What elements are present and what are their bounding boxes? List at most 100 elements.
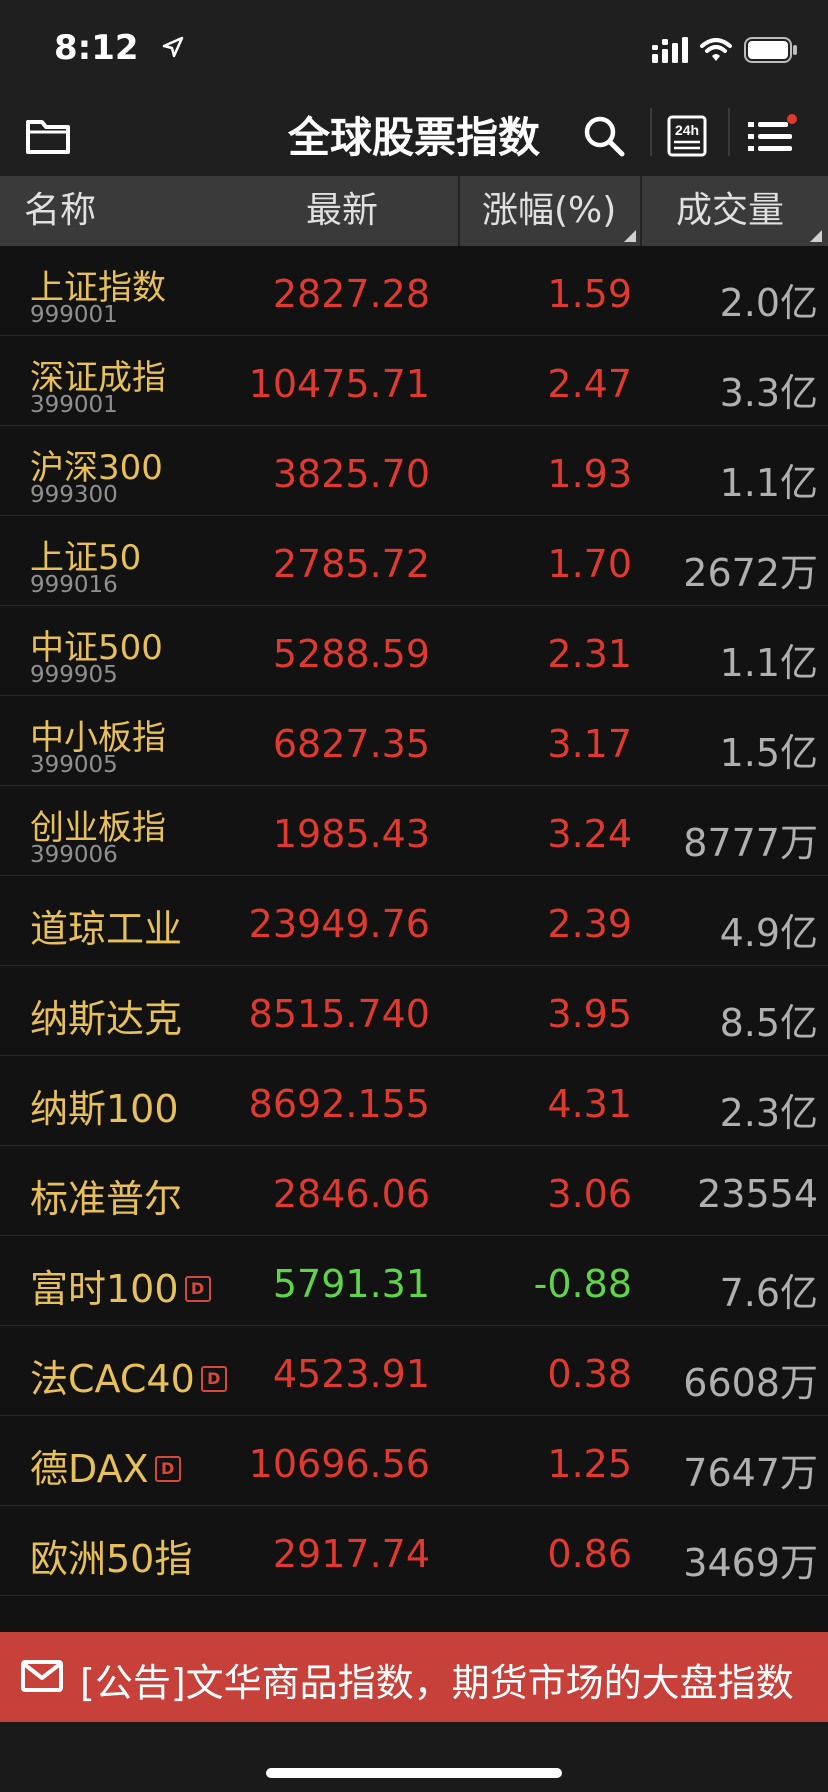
table-header: 名称 最新 涨幅(%) 成交量 bbox=[0, 176, 828, 246]
index-code: 399001 bbox=[30, 392, 118, 418]
index-name: 道琼工业 bbox=[30, 898, 182, 953]
latest-price: 2827.28 bbox=[272, 272, 430, 316]
banner-text: [公告]文华商品指数，期货市场的大盘指数 bbox=[80, 1661, 794, 1705]
menu-button[interactable] bbox=[742, 106, 802, 166]
index-name: 德DAX D bbox=[30, 1438, 181, 1493]
change-percent: 1.70 bbox=[547, 542, 632, 586]
change-percent: 3.06 bbox=[547, 1172, 632, 1216]
column-header-volume[interactable]: 成交量 bbox=[676, 176, 784, 246]
mail-icon bbox=[21, 1660, 63, 1692]
change-percent: 3.95 bbox=[547, 992, 632, 1036]
menu-list-icon bbox=[748, 114, 797, 151]
index-code: 399005 bbox=[30, 752, 118, 778]
index-code: 399006 bbox=[30, 842, 118, 868]
index-code: 999001 bbox=[30, 302, 118, 328]
latest-price: 5288.59 bbox=[272, 632, 430, 676]
latest-price: 2846.06 bbox=[272, 1172, 430, 1216]
change-percent: 1.25 bbox=[547, 1442, 632, 1486]
svg-text:24h: 24h bbox=[675, 122, 699, 138]
latest-price: 10475.71 bbox=[248, 362, 430, 406]
index-list: 上证指数 999001 2827.28 1.59 2.0亿 深证成指 399001 10475… bbox=[0, 246, 828, 1596]
latest-price: 8692.155 bbox=[248, 1082, 430, 1126]
volume: 3.3亿 bbox=[719, 371, 818, 415]
index-name-text: 欧洲50指 bbox=[30, 1537, 193, 1581]
table-row[interactable]: 中小板指 399005 6827.35 3.17 1.5亿 bbox=[0, 696, 828, 786]
volume: 2.3亿 bbox=[719, 1091, 818, 1135]
latest-price: 2917.74 bbox=[272, 1532, 430, 1576]
latest-price: 5791.31 bbox=[272, 1262, 430, 1306]
latest-price: 8515.740 bbox=[248, 992, 430, 1036]
column-header-change[interactable]: 涨幅(%) bbox=[482, 176, 616, 246]
location-arrow-icon bbox=[162, 36, 184, 58]
announcement-banner[interactable]: [公告]文华商品指数，期货市场的大盘指数 bbox=[0, 1632, 828, 1722]
search-button[interactable] bbox=[574, 106, 634, 166]
table-row[interactable]: 富时100 D 5791.31 -0.88 7.6亿 bbox=[0, 1236, 828, 1326]
table-row[interactable]: 纳斯100 8692.155 4.31 2.3亿 bbox=[0, 1056, 828, 1146]
delayed-badge-icon: D bbox=[184, 1275, 211, 1302]
24h-icon: 24h bbox=[667, 115, 707, 157]
volume: 6608万 bbox=[683, 1361, 818, 1405]
sort-indicator-icon bbox=[624, 230, 636, 242]
latest-price: 3825.70 bbox=[272, 452, 430, 496]
index-name-text: 道琼工业 bbox=[30, 907, 183, 951]
volume: 2.0亿 bbox=[719, 281, 818, 325]
table-row[interactable]: 道琼工业 23949.76 2.39 4.9亿 bbox=[0, 876, 828, 966]
latest-price: 4523.91 bbox=[272, 1352, 430, 1396]
table-row[interactable]: 德DAX D 10696.56 1.25 7647万 bbox=[0, 1416, 828, 1506]
latest-price: 6827.35 bbox=[272, 722, 430, 766]
volume: 1.1亿 bbox=[719, 641, 818, 685]
column-header-name[interactable]: 名称 bbox=[24, 176, 96, 246]
index-name-text: 富时100 bbox=[30, 1267, 179, 1311]
change-percent: 0.86 bbox=[547, 1532, 632, 1576]
change-percent: 1.59 bbox=[547, 272, 632, 316]
home-indicator[interactable] bbox=[266, 1768, 562, 1778]
index-name: 纳斯达克 bbox=[30, 988, 182, 1043]
table-row[interactable]: 上证50 999016 2785.72 1.70 2672万 bbox=[0, 516, 828, 606]
table-row[interactable]: 上证指数 999001 2827.28 1.59 2.0亿 bbox=[0, 246, 828, 336]
index-name-text: 纳斯达克 bbox=[30, 997, 183, 1041]
index-name: 欧洲50指 bbox=[30, 1528, 192, 1583]
status-time: 8:12 bbox=[54, 28, 139, 68]
volume: 23554 bbox=[697, 1172, 818, 1216]
change-percent: 2.31 bbox=[547, 632, 632, 676]
nav-bar: 全球股票指数 24h bbox=[0, 96, 828, 176]
table-row[interactable]: 中证500 999905 5288.59 2.31 1.1亿 bbox=[0, 606, 828, 696]
volume: 1.5亿 bbox=[719, 731, 818, 775]
volume: 1.1亿 bbox=[719, 461, 818, 505]
table-row[interactable]: 法CAC40 D 4523.91 0.38 6608万 bbox=[0, 1326, 828, 1416]
change-percent: 2.39 bbox=[547, 902, 632, 946]
signal-icon bbox=[652, 37, 688, 63]
home-indicator-area bbox=[0, 1722, 828, 1792]
volume: 8.5亿 bbox=[719, 1001, 818, 1045]
24h-button[interactable]: 24h bbox=[657, 106, 717, 166]
change-percent: 2.47 bbox=[547, 362, 632, 406]
change-percent: 3.24 bbox=[547, 812, 632, 856]
change-percent: 1.93 bbox=[547, 452, 632, 496]
table-row[interactable]: 创业板指 399006 1985.43 3.24 8777万 bbox=[0, 786, 828, 876]
search-icon bbox=[584, 116, 625, 157]
table-row[interactable]: 沪深300 999300 3825.70 1.93 1.1亿 bbox=[0, 426, 828, 516]
volume: 4.9亿 bbox=[719, 911, 818, 955]
table-row[interactable]: 标准普尔 2846.06 3.06 23554 bbox=[0, 1146, 828, 1236]
index-name-text: 法CAC40 bbox=[30, 1357, 195, 1401]
change-percent: -0.88 bbox=[533, 1262, 632, 1306]
index-name-text: 纳斯100 bbox=[30, 1087, 179, 1131]
change-percent: 4.31 bbox=[547, 1082, 632, 1126]
status-icons bbox=[652, 32, 798, 68]
column-header-latest[interactable]: 最新 bbox=[306, 176, 378, 246]
latest-price: 10696.56 bbox=[248, 1442, 430, 1486]
column-divider bbox=[458, 176, 460, 246]
index-name: 富时100 D bbox=[30, 1258, 211, 1313]
volume: 2672万 bbox=[683, 551, 818, 595]
wifi-icon bbox=[700, 38, 732, 61]
change-percent: 0.38 bbox=[547, 1352, 632, 1396]
latest-price: 1985.43 bbox=[272, 812, 430, 856]
change-percent: 3.17 bbox=[547, 722, 632, 766]
index-name: 纳斯100 bbox=[30, 1078, 179, 1133]
index-name-text: 标准普尔 bbox=[30, 1177, 183, 1221]
sort-indicator-icon bbox=[810, 230, 822, 242]
delayed-badge-icon: D bbox=[154, 1455, 181, 1482]
table-row[interactable]: 深证成指 399001 10475.71 2.47 3.3亿 bbox=[0, 336, 828, 426]
index-name: 标准普尔 bbox=[30, 1168, 182, 1223]
table-row[interactable]: 纳斯达克 8515.740 3.95 8.5亿 bbox=[0, 966, 828, 1056]
